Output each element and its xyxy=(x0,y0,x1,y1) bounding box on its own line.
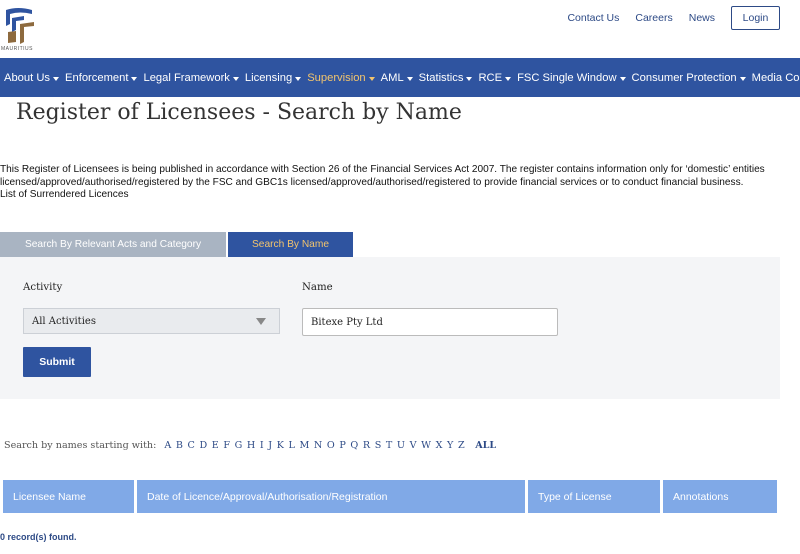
letter-link-m[interactable]: M xyxy=(299,440,309,451)
nav-statistics[interactable]: Statistics xyxy=(419,72,473,84)
letter-link-i[interactable]: I xyxy=(260,440,264,451)
letter-link-f[interactable]: F xyxy=(223,440,230,451)
nav-label: About Us xyxy=(4,71,51,84)
submit-button[interactable]: Submit xyxy=(23,347,91,377)
top-bar: MAURITIUS Contact Us Careers News Login xyxy=(0,0,800,58)
activity-select[interactable]: All Activities xyxy=(23,308,280,334)
chevron-down-icon xyxy=(619,76,626,81)
nav-label: Legal Framework xyxy=(143,71,230,84)
chevron-down-icon xyxy=(295,76,302,81)
intro-text: This Register of Licensees is being publ… xyxy=(0,164,790,202)
letter-link-u[interactable]: U xyxy=(397,440,405,451)
nav-label: FSC Single Window xyxy=(517,71,617,84)
nav-label: AML xyxy=(380,71,404,84)
records-found-status: 0 record(s) found. xyxy=(0,532,77,542)
letter-link-h[interactable]: H xyxy=(247,440,255,451)
name-input[interactable] xyxy=(302,308,558,336)
intro-line-2: licensed/approved/authorised/registered … xyxy=(0,176,744,188)
letter-link-b[interactable]: B xyxy=(176,440,183,451)
nav-label: Consumer Protection xyxy=(631,71,737,84)
column-header-licensee-name: Licensee Name xyxy=(3,480,134,513)
nav-media-corner[interactable]: Media Corner xyxy=(752,72,800,84)
letter-link-w[interactable]: W xyxy=(421,440,431,451)
nav-label: Statistics xyxy=(418,71,464,84)
chevron-down-icon xyxy=(406,76,413,81)
main-nav: About Us Enforcement Legal Framework Lic… xyxy=(0,58,800,97)
letter-link-k[interactable]: K xyxy=(277,440,284,451)
letter-link-n[interactable]: N xyxy=(314,440,322,451)
nav-label: Licensing xyxy=(244,71,293,84)
nav-label: Enforcement xyxy=(65,71,129,84)
dropdown-arrow-icon xyxy=(256,318,266,325)
logo-caption: MAURITIUS xyxy=(1,46,33,52)
chevron-down-icon xyxy=(131,76,138,81)
letter-link-z[interactable]: Z xyxy=(458,440,465,451)
letter-link-a[interactable]: A xyxy=(164,440,171,451)
login-button[interactable]: Login xyxy=(731,6,780,30)
news-link[interactable]: News xyxy=(689,12,715,24)
letter-link-p[interactable]: P xyxy=(339,440,345,451)
chevron-down-icon xyxy=(53,76,60,81)
alphabet-filter: Search by names starting with: A B C D E… xyxy=(4,440,496,451)
letter-link-all[interactable]: ALL xyxy=(475,440,496,451)
activity-label: Activity xyxy=(23,282,63,293)
tab-search-by-name[interactable]: Search By Name xyxy=(228,232,353,257)
letter-link-t[interactable]: T xyxy=(386,440,392,451)
nav-about-us[interactable]: About Us xyxy=(4,71,60,84)
nav-supervision[interactable]: Supervision xyxy=(307,71,375,84)
careers-link[interactable]: Careers xyxy=(635,12,672,24)
letter-link-q[interactable]: Q xyxy=(350,440,358,451)
chevron-down-icon xyxy=(739,76,746,81)
letter-link-l[interactable]: L xyxy=(288,440,294,451)
letter-link-x[interactable]: X xyxy=(436,440,443,451)
column-header-annotations: Annotations xyxy=(663,480,777,513)
nav-rce[interactable]: RCE xyxy=(478,71,512,84)
chevron-down-icon xyxy=(466,76,473,81)
letter-link-r[interactable]: R xyxy=(363,440,370,451)
letter-link-y[interactable]: Y xyxy=(447,440,453,451)
letter-link-j[interactable]: J xyxy=(268,440,272,451)
contact-us-link[interactable]: Contact Us xyxy=(567,12,619,24)
nav-fsc-single-window[interactable]: FSC Single Window xyxy=(517,71,626,84)
nav-enforcement[interactable]: Enforcement xyxy=(65,71,138,84)
chevron-down-icon xyxy=(232,76,239,81)
letter-link-g[interactable]: G xyxy=(235,440,243,451)
tab-search-by-acts[interactable]: Search By Relevant Acts and Category xyxy=(0,232,226,257)
nav-licensing[interactable]: Licensing xyxy=(244,71,302,84)
alphabet-filter-label: Search by names starting with: xyxy=(4,440,157,451)
nav-legal-framework[interactable]: Legal Framework xyxy=(143,71,239,84)
letter-link-d[interactable]: D xyxy=(199,440,207,451)
activity-selected-value: All Activities xyxy=(32,315,96,327)
intro-line-1: This Register of Licensees is being publ… xyxy=(0,164,765,175)
nav-label: RCE xyxy=(478,71,503,84)
letter-link-s[interactable]: S xyxy=(375,440,382,451)
name-label: Name xyxy=(302,282,333,293)
fsc-logo[interactable]: MAURITIUS xyxy=(1,4,38,54)
nav-aml[interactable]: AML xyxy=(381,72,413,84)
letter-link-o[interactable]: O xyxy=(327,440,335,451)
letter-link-c[interactable]: C xyxy=(188,440,195,451)
nav-label: Supervision xyxy=(307,71,366,84)
nav-consumer-protection[interactable]: Consumer Protection xyxy=(632,72,746,84)
chevron-down-icon xyxy=(505,76,512,81)
column-header-date: Date of Licence/Approval/Authorisation/R… xyxy=(137,480,525,513)
nav-label: Media Corner xyxy=(751,71,800,84)
chevron-down-icon xyxy=(368,76,375,81)
column-header-type: Type of License xyxy=(528,480,660,513)
letter-link-e[interactable]: E xyxy=(212,440,219,451)
page-title: Register of Licensees - Search by Name xyxy=(16,100,462,125)
surrendered-licences-link[interactable]: List of Surrendered Licences xyxy=(0,189,790,202)
utility-links: Contact Us Careers News Login xyxy=(567,6,780,30)
letter-link-v[interactable]: V xyxy=(410,440,417,451)
